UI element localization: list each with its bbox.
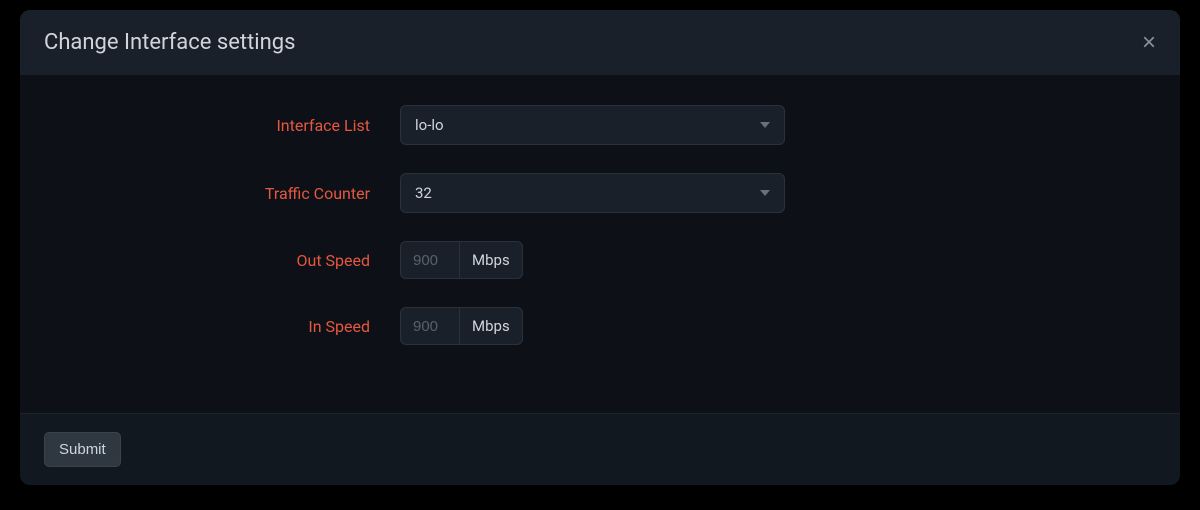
in-speed-row: In Speed Mbps: [60, 307, 1140, 345]
out-speed-row: Out Speed Mbps: [60, 241, 1140, 279]
caret-down-icon: [760, 122, 770, 128]
interface-list-select-wrap: lo-lo: [400, 105, 785, 145]
modal-title: Change Interface settings: [44, 30, 296, 55]
interface-list-value: lo-lo: [415, 116, 444, 134]
close-button[interactable]: ×: [1142, 31, 1156, 55]
in-speed-input[interactable]: [400, 307, 460, 345]
caret-down-icon: [760, 190, 770, 196]
traffic-counter-select[interactable]: 32: [400, 173, 785, 213]
in-speed-unit: Mbps: [460, 307, 523, 345]
interface-list-select[interactable]: lo-lo: [400, 105, 785, 145]
traffic-counter-label: Traffic Counter: [60, 184, 400, 203]
traffic-counter-row: Traffic Counter 32: [60, 173, 1140, 213]
interface-list-label: Interface List: [60, 116, 400, 135]
out-speed-input[interactable]: [400, 241, 460, 279]
traffic-counter-select-wrap: 32: [400, 173, 785, 213]
modal-header: Change Interface settings ×: [20, 10, 1180, 75]
out-speed-group: Mbps: [400, 241, 523, 279]
interface-list-row: Interface List lo-lo: [60, 105, 1140, 145]
out-speed-label: Out Speed: [60, 251, 400, 270]
out-speed-unit: Mbps: [460, 241, 523, 279]
traffic-counter-value: 32: [415, 184, 432, 202]
submit-button[interactable]: Submit: [44, 432, 121, 467]
modal-footer: Submit: [20, 413, 1180, 485]
close-icon: ×: [1142, 29, 1156, 56]
settings-modal: Change Interface settings × Interface Li…: [20, 10, 1180, 485]
in-speed-label: In Speed: [60, 317, 400, 336]
in-speed-group: Mbps: [400, 307, 523, 345]
modal-body: Interface List lo-lo Traffic Counter 32 …: [20, 75, 1180, 413]
